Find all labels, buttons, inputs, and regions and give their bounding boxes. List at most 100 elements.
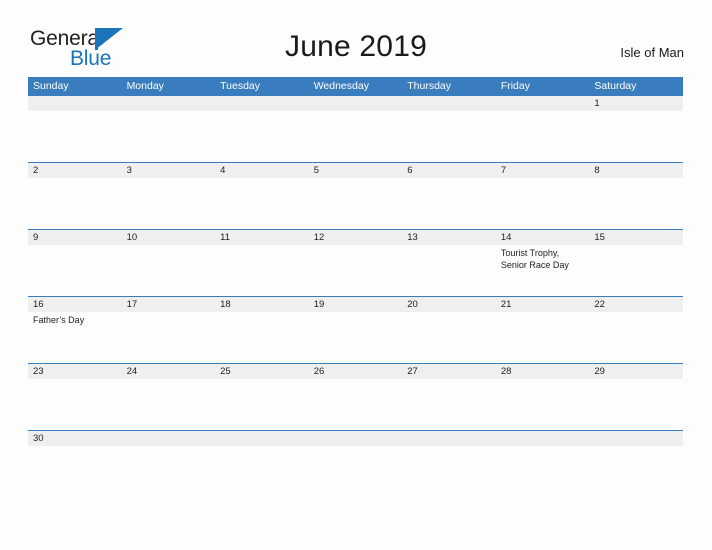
day-cell-20[interactable] xyxy=(402,312,496,363)
day-cell-11[interactable] xyxy=(215,245,309,296)
weekday-header-saturday: Saturday xyxy=(594,80,637,92)
day-cell-16[interactable]: Father’s Day xyxy=(28,312,122,363)
day-number-band: 16 17 18 19 20 21 22 xyxy=(28,297,683,312)
day-cell-10[interactable] xyxy=(122,245,216,296)
day-number-band: 2345678 xyxy=(28,163,683,178)
calendar-week-row: 16 17 18 19 20 21 22 Father’s Day xyxy=(28,296,683,363)
calendar-body: 1 2 3 4 5 6 7 8 9 10 11 12 13 14 15 Tourist Trophy, Seni… xyxy=(28,96,683,497)
calendar-week-row: 9 10 11 12 13 14 15 Tourist Trophy, Senior Race … xyxy=(28,229,683,296)
day-cell-empty xyxy=(496,446,590,497)
day-cell-3[interactable] xyxy=(122,178,216,229)
day-number-1[interactable]: 1 xyxy=(589,96,683,111)
weekday-header-wednesday: Wednesday xyxy=(313,80,369,92)
calendar-week-row: 30 xyxy=(28,430,683,497)
day-cell-19[interactable] xyxy=(309,312,403,363)
day-events-band xyxy=(28,111,683,162)
day-cell-28[interactable] xyxy=(496,379,590,430)
day-number-empty xyxy=(309,96,403,111)
weekday-header-tuesday: Tuesday xyxy=(220,80,261,92)
day-cell-7[interactable] xyxy=(496,178,590,229)
day-cell-22[interactable] xyxy=(589,312,683,363)
day-cell-empty xyxy=(122,111,216,162)
day-number-20[interactable]: 20 xyxy=(402,297,496,312)
day-number-band: 1 xyxy=(28,96,683,111)
page-title: June 2019 xyxy=(285,30,427,63)
day-number-10[interactable]: 10 xyxy=(122,230,216,245)
day-number-21[interactable]: 21 xyxy=(496,297,590,312)
calendar-week-row: 1 xyxy=(28,96,683,162)
day-number-17[interactable]: 17 xyxy=(122,297,216,312)
day-cell-29[interactable] xyxy=(589,379,683,430)
day-cell-1[interactable] xyxy=(589,111,683,162)
day-cell-13[interactable] xyxy=(402,245,496,296)
day-number-13[interactable]: 13 xyxy=(402,230,496,245)
day-cell-empty xyxy=(215,446,309,497)
day-number-empty xyxy=(496,96,590,111)
day-number-11[interactable]: 11 xyxy=(215,230,309,245)
day-cell-2[interactable] xyxy=(28,178,122,229)
day-number-18[interactable]: 18 xyxy=(215,297,309,312)
day-number-27[interactable]: 27 xyxy=(402,364,496,379)
day-cell-25[interactable] xyxy=(215,379,309,430)
day-events-band xyxy=(28,446,683,497)
day-cell-6[interactable] xyxy=(402,178,496,229)
day-number-band: 23 24 25 26 27 28 29 xyxy=(28,364,683,379)
day-number-5[interactable]: 5 xyxy=(309,163,403,178)
day-cell-15[interactable] xyxy=(589,245,683,296)
day-cell-30[interactable] xyxy=(28,446,122,497)
day-cell-26[interactable] xyxy=(309,379,403,430)
day-cell-14[interactable]: Tourist Trophy, Senior Race Day xyxy=(496,245,590,296)
day-cell-8[interactable] xyxy=(589,178,683,229)
day-number-3[interactable]: 3 xyxy=(122,163,216,178)
day-number-9[interactable]: 9 xyxy=(28,230,122,245)
day-number-15[interactable]: 15 xyxy=(589,230,683,245)
day-number-empty xyxy=(122,431,216,446)
day-number-12[interactable]: 12 xyxy=(309,230,403,245)
day-number-25[interactable]: 25 xyxy=(215,364,309,379)
day-number-7[interactable]: 7 xyxy=(496,163,590,178)
day-number-empty xyxy=(122,96,216,111)
day-number-24[interactable]: 24 xyxy=(122,364,216,379)
day-cell-4[interactable] xyxy=(215,178,309,229)
day-number-6[interactable]: 6 xyxy=(402,163,496,178)
day-number-23[interactable]: 23 xyxy=(28,364,122,379)
day-cell-empty xyxy=(28,111,122,162)
day-number-empty xyxy=(28,96,122,111)
day-number-empty xyxy=(589,431,683,446)
calendar-week-row: 2345678 xyxy=(28,162,683,229)
day-cell-27[interactable] xyxy=(402,379,496,430)
day-number-29[interactable]: 29 xyxy=(589,364,683,379)
day-cell-9[interactable] xyxy=(28,245,122,296)
day-cell-12[interactable] xyxy=(309,245,403,296)
day-cell-empty xyxy=(589,446,683,497)
weekday-header-thursday: Thursday xyxy=(407,80,452,92)
page-header: General Blue June 2019 Isle of Man xyxy=(0,0,712,69)
day-number-empty xyxy=(309,431,403,446)
day-number-2[interactable]: 2 xyxy=(28,163,122,178)
weekday-header-monday: Monday xyxy=(126,80,164,92)
day-events-band: Father’s Day xyxy=(28,312,683,363)
day-cell-5[interactable] xyxy=(309,178,403,229)
day-number-empty xyxy=(496,431,590,446)
day-cell-21[interactable] xyxy=(496,312,590,363)
day-cell-24[interactable] xyxy=(122,379,216,430)
day-cell-17[interactable] xyxy=(122,312,216,363)
day-events-band xyxy=(28,379,683,430)
day-cell-18[interactable] xyxy=(215,312,309,363)
weekday-header-friday: Friday xyxy=(500,80,530,92)
day-events-band xyxy=(28,178,683,229)
day-number-19[interactable]: 19 xyxy=(309,297,403,312)
day-number-16[interactable]: 16 xyxy=(28,297,122,312)
day-number-empty xyxy=(402,96,496,111)
day-cell-23[interactable] xyxy=(28,379,122,430)
day-cell-empty xyxy=(309,111,403,162)
day-number-26[interactable]: 26 xyxy=(309,364,403,379)
day-number-22[interactable]: 22 xyxy=(589,297,683,312)
day-number-4[interactable]: 4 xyxy=(215,163,309,178)
day-number-28[interactable]: 28 xyxy=(496,364,590,379)
day-cell-empty xyxy=(309,446,403,497)
calendar-week-row: 23 24 25 26 27 28 29 xyxy=(28,363,683,430)
day-number-8[interactable]: 8 xyxy=(589,163,683,178)
day-number-14[interactable]: 14 xyxy=(496,230,590,245)
day-number-30[interactable]: 30 xyxy=(28,431,122,446)
